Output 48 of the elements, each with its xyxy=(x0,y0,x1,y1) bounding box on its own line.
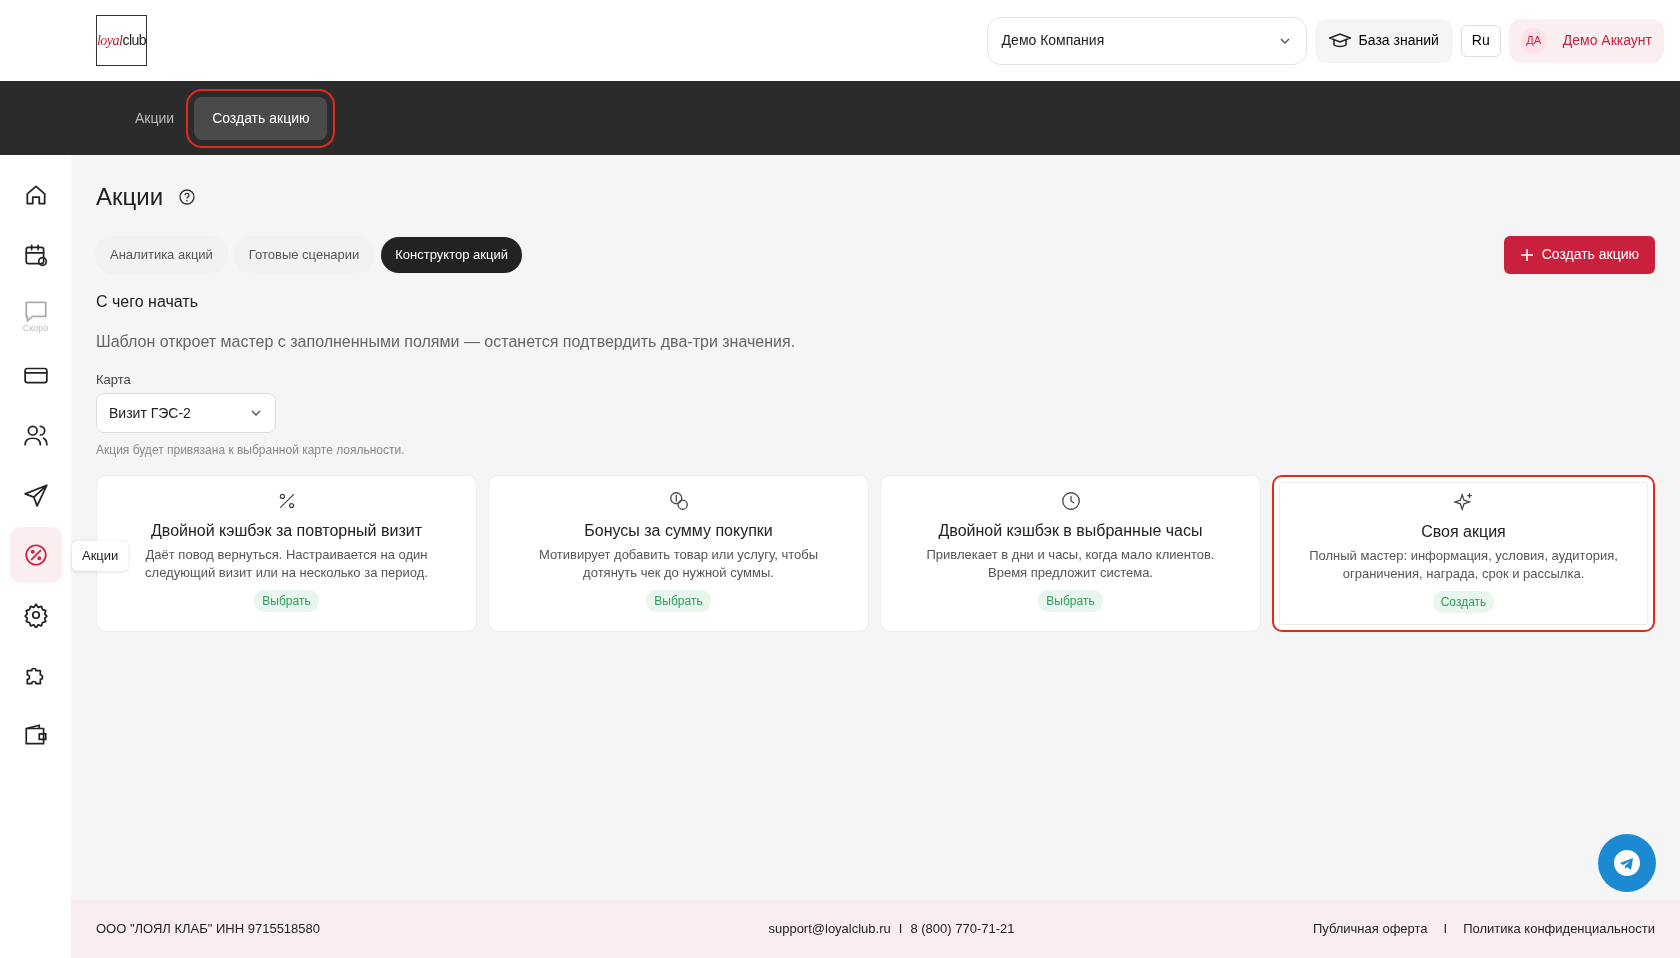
wallet-icon xyxy=(22,722,49,748)
page-title: Акции xyxy=(96,183,164,212)
email-link[interactable]: support@loyalclub.ru xyxy=(768,919,891,939)
users-icon xyxy=(22,422,49,448)
description-text: Шаблон откроет мастер с заполненными полями — останется подтвердить два-три значения. xyxy=(96,331,797,352)
calendar-icon xyxy=(22,242,49,268)
telegram-button[interactable] xyxy=(1598,834,1656,892)
card-description: Даёт повод вернуться. Настраивается на один следующий визит или на несколько за период. xyxy=(144,546,429,582)
section-title: С чего начать xyxy=(96,291,199,312)
tooltip: Акции xyxy=(72,541,129,571)
field-label: Карта xyxy=(96,370,132,389)
card-description: Привлекает в дни и часы, когда мало клиентов. Время предложит система. xyxy=(925,546,1216,582)
coins-icon xyxy=(667,490,690,513)
company-select[interactable]: Демо Компания xyxy=(986,16,1307,65)
settings-icon xyxy=(22,602,49,628)
card-title: Бонусы за сумму покупки xyxy=(584,521,773,542)
clock-icon xyxy=(1059,490,1082,513)
account-button[interactable]: ДА Демо Аккаунт xyxy=(1508,18,1664,63)
phone-link[interactable]: 8 (800) 770-71-21 xyxy=(910,919,1015,939)
tab[interactable]: Аналитика акций xyxy=(96,237,227,273)
paper-plane-icon xyxy=(1613,849,1641,877)
tab[interactable]: Конструктор акций xyxy=(381,237,522,273)
template-card[interactable]: Двойной кэшбэк в выбранные часы Привлекает в дни и часы, когда мало клиентов. Время предложит система. Выбрать xyxy=(880,475,1261,633)
separator-text: I xyxy=(1443,920,1448,939)
template-card[interactable]: Своя акция Полный мастер: информация, условия, аудитория, ограничения, награда, срок и рассылка. Создать xyxy=(1272,475,1655,633)
help-icon[interactable] xyxy=(179,189,196,206)
knowledge-base-button[interactable]: База знаний xyxy=(1314,18,1453,63)
graduation-cap-icon xyxy=(1328,31,1351,50)
language-button[interactable]: Ru xyxy=(1460,24,1501,57)
company-info: ООО "ЛОЯЛ КЛАБ" ИНН 9715518580 xyxy=(96,920,320,939)
subnav-tab[interactable]: Акции xyxy=(117,96,193,140)
card-description: Мотивирует добавить товар или услугу, чтобы дотянуть чек до нужной суммы. xyxy=(537,546,820,582)
logo[interactable]: loyalclub xyxy=(96,15,147,66)
offer-link[interactable]: Публичная оферта xyxy=(1312,919,1428,939)
discount-icon xyxy=(22,542,49,568)
tab[interactable]: Готовые сценарии xyxy=(234,237,374,273)
card-description: Полный мастер: информация, условия, аудитория, ограничения, награда, срок и рассылка. xyxy=(1308,547,1619,583)
card-title: Двойной кэшбэк в выбранные часы xyxy=(938,521,1203,542)
card-title: Своя акция xyxy=(1421,522,1506,543)
privacy-link[interactable]: Политика конфиденциальности xyxy=(1463,919,1655,939)
create-promotion-button[interactable]: Создать акцию xyxy=(1503,235,1655,274)
hint-text: Акция будет привязана к выбранной карте лояльности. xyxy=(96,442,406,460)
send-icon xyxy=(22,482,49,508)
separator-text: I xyxy=(898,920,903,939)
plus-icon xyxy=(1519,247,1534,262)
template-card[interactable]: Бонусы за сумму покупки Мотивирует добавить товар или услугу, чтобы дотянуть чек до нужной суммы. Выбрать xyxy=(488,475,869,633)
card-title: Двойной кэшбэк за повторный визит xyxy=(151,521,422,542)
card-select[interactable]: Визит ГЭС-2 xyxy=(96,393,276,434)
